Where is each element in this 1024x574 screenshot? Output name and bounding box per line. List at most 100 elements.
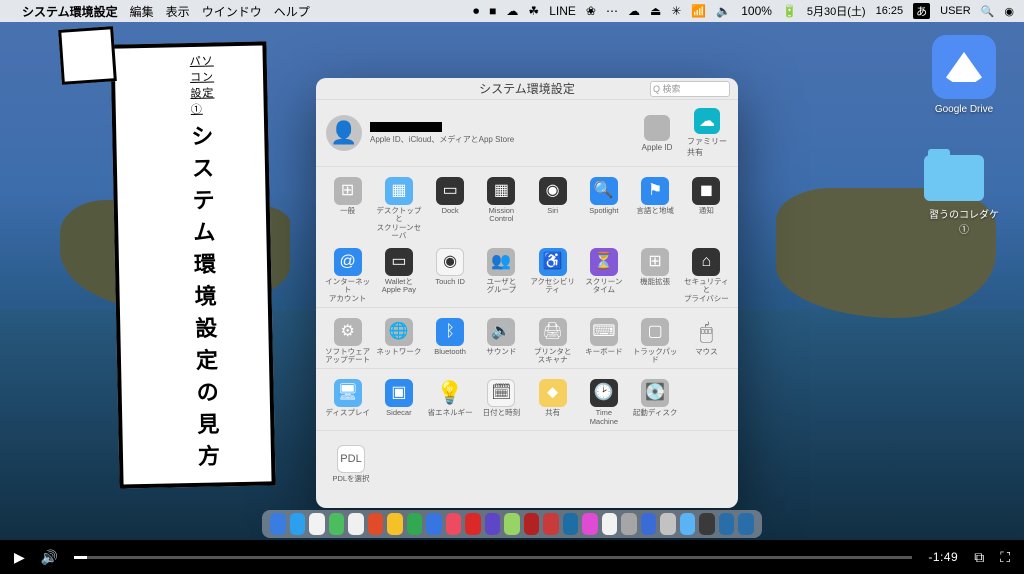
pref-item[interactable]: ♿アクセシビリティ [527,248,578,303]
dock[interactable] [262,510,762,538]
menubar-time[interactable]: 16:25 [876,5,904,17]
siri-icon[interactable]: ◉ [1004,5,1014,18]
ime-indicator[interactable]: あ [913,3,930,19]
status-icon[interactable]: LINE [549,4,576,18]
status-wifi-icon[interactable]: 📶 [691,4,706,18]
pref-item[interactable]: ▭Dock [425,177,476,240]
dock-app[interactable] [485,513,501,535]
pref-icon: ▢ [641,318,669,346]
dock-app[interactable] [582,513,598,535]
dock-app[interactable] [270,513,286,535]
pref-label: トラックパッド [630,348,681,365]
status-icon[interactable]: ❀ [586,4,596,18]
pref-item[interactable]: 🔊サウンド [476,318,527,365]
dock-app[interactable] [719,513,735,535]
status-volume-icon[interactable]: 🔈 [716,4,731,18]
volume-button[interactable]: 🔊 [41,549,58,566]
menu-help[interactable]: ヘルプ [274,3,310,20]
dock-app[interactable] [290,513,306,535]
pref-apple-id[interactable]: Apple ID [636,115,678,152]
dock-app[interactable] [621,513,637,535]
status-icon[interactable]: ⏺ [473,4,479,19]
dock-app[interactable] [524,513,540,535]
dock-app[interactable] [368,513,384,535]
dock-app[interactable] [563,513,579,535]
pref-item[interactable]: ⌨キーボード [578,318,629,365]
menubar-app-name[interactable]: システム環境設定 [22,3,118,20]
pref-item[interactable]: @インターネット アカウント [322,248,373,303]
desktop-gdrive[interactable]: Google Drive [932,35,996,115]
dock-app[interactable] [504,513,520,535]
status-battery-pct[interactable]: 100% [741,4,772,18]
pref-item[interactable]: ▦Mission Control [476,177,527,240]
dock-app[interactable] [329,513,345,535]
status-icon[interactable]: ☁ [506,4,518,18]
dock-app[interactable] [348,513,364,535]
dock-app[interactable] [660,513,676,535]
avatar[interactable]: 👤 [326,115,362,151]
pref-item[interactable]: ⚙ソフトウェア アップデート [322,318,373,365]
pref-item[interactable]: ⊞機能拡張 [630,248,681,303]
status-icon[interactable]: ☘ [528,4,539,18]
pref-item[interactable]: 💽起動ディスク [630,379,681,426]
status-battery-icon[interactable]: 🔋 [782,4,797,18]
pref-family-sharing[interactable]: ☁ ファミリー 共有 [686,108,728,158]
pref-icon: ▣ [385,379,413,407]
pref-item[interactable]: 🖨プリンタと スキャナ [527,318,578,365]
pref-label: Mission Control [489,207,514,224]
dock-app[interactable] [407,513,423,535]
menu-window[interactable]: ウインドウ [202,3,262,20]
pref-item[interactable]: 🕑Time Machine [578,379,629,426]
desktop-folder[interactable]: 習うのコレダケ ① [924,155,1004,236]
play-button[interactable]: ▶ [14,549,25,566]
pip-button[interactable]: ⧉ [974,549,984,566]
pref-item[interactable]: 🖥ディスプレイ [322,379,373,426]
pref-item[interactable]: ⬥共有 [527,379,578,426]
pref-item[interactable]: PDLPDLを選択 [326,445,376,483]
status-icon[interactable]: ⋯ [606,4,618,18]
spotlight-icon[interactable]: 🔍 [981,5,995,18]
pref-item[interactable]: 🌐ネットワーク [373,318,424,365]
fullscreen-button[interactable]: ⛶ [1000,549,1010,566]
dock-app[interactable] [465,513,481,535]
dock-app[interactable] [641,513,657,535]
menubar-date[interactable]: 5月30日(土) [807,3,866,19]
pref-item[interactable]: ⌂セキュリティと プライバシー [681,248,732,303]
pref-item[interactable]: ⏳スクリーン タイム [578,248,629,303]
menu-edit[interactable]: 編集 [130,3,154,20]
pref-item[interactable]: ◼通知 [681,177,732,240]
pref-item[interactable]: 🗓日付と時刻 [476,379,527,426]
pref-item[interactable]: ⊞一般 [322,177,373,240]
search-input[interactable]: Q 検索 [650,81,730,97]
pref-item[interactable]: ▦デスクトップと スクリーンセーバ [373,177,424,240]
dock-app[interactable] [446,513,462,535]
account-detail: Apple ID、iCloud、メディアとApp Store [370,134,514,145]
status-bluetooth-icon[interactable]: ✳ [671,4,681,18]
pref-item[interactable]: ⚑言語と地域 [630,177,681,240]
pref-item[interactable]: 🔍Spotlight [578,177,629,240]
pref-item[interactable]: ᛒBluetooth [425,318,476,365]
dock-app[interactable] [426,513,442,535]
pref-item[interactable]: ▣Sidecar [373,379,424,426]
pref-item[interactable]: ◉Touch ID [425,248,476,303]
status-icon[interactable]: ☁ [628,4,640,18]
dock-app[interactable] [699,513,715,535]
pref-item[interactable]: 🖱マウス [681,318,732,365]
menu-view[interactable]: 表示 [166,3,190,20]
pref-item[interactable]: ▭Walletと Apple Pay [373,248,424,303]
dock-app[interactable] [387,513,403,535]
dock-app[interactable] [680,513,696,535]
progress-bar[interactable] [74,556,912,559]
status-icon[interactable]: ■ [489,4,496,18]
dock-app[interactable] [738,513,754,535]
dock-app[interactable] [543,513,559,535]
pref-item[interactable]: 💡省エネルギー [425,379,476,426]
pref-item[interactable]: ▢ トラックパッド [630,318,681,365]
pref-item[interactable]: ◉Siri [527,177,578,240]
status-eject-icon[interactable]: ⏏ [650,4,661,18]
dock-app[interactable] [309,513,325,535]
window-titlebar[interactable]: システム環境設定 Q 検索 [316,78,738,100]
dock-app[interactable] [602,513,618,535]
pref-item[interactable]: 👥ユーザと グループ [476,248,527,303]
menubar-user[interactable]: USER [940,5,971,17]
